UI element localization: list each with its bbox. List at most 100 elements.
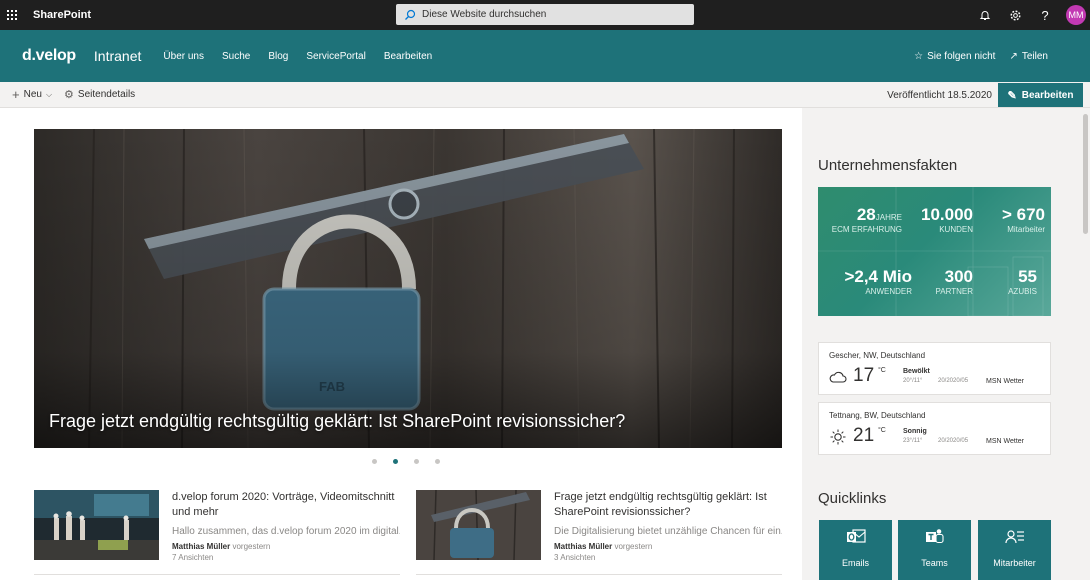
- fact-label: ANWENDER: [865, 287, 912, 296]
- bell-icon[interactable]: [970, 0, 1000, 30]
- share-button[interactable]: ↗ Teilen: [1009, 51, 1048, 62]
- edit-label: Bearbeiten: [1021, 89, 1074, 101]
- app-name[interactable]: SharePoint: [33, 9, 91, 21]
- cloud-icon: [829, 371, 847, 383]
- teams-icon: [925, 529, 944, 544]
- sun-icon: [830, 429, 846, 445]
- search-icon: [405, 9, 416, 20]
- fact-value: > 670: [1001, 205, 1045, 224]
- right-column: Unternehmensfakten 28JAHRE ECM ERFAHRUNG…: [802, 108, 1080, 580]
- news-author[interactable]: Matthias Müller: [554, 542, 612, 551]
- news-views: 3 Ansichten: [554, 553, 596, 562]
- quicklink-label: Mitarbeiter: [993, 558, 1036, 568]
- carousel-dot-2[interactable]: [393, 459, 398, 464]
- share-icon: ↗: [1009, 50, 1018, 62]
- carousel-indicators: [0, 459, 802, 464]
- nav-item-serviceportal[interactable]: ServicePortal: [306, 51, 365, 62]
- weather-location: Tettnang, BW, Deutschland: [829, 411, 926, 420]
- divider: [416, 574, 782, 575]
- nav-item-blog[interactable]: Blog: [268, 51, 288, 62]
- quicklink-teams[interactable]: Teams: [898, 520, 971, 580]
- news-item[interactable]: Frage jetzt endgültig rechtsgültig geklä…: [416, 490, 782, 576]
- suite-bar: SharePoint Diese Website durchsuchen ? M…: [0, 0, 1090, 30]
- fact-label: KUNDEN: [939, 225, 973, 234]
- carousel-dot-3[interactable]: [414, 459, 419, 464]
- search-input[interactable]: Diese Website durchsuchen: [396, 4, 694, 25]
- new-button[interactable]: + Neu ⌵: [12, 87, 52, 102]
- page-details-button[interactable]: ⚙ Seitendetails: [64, 88, 135, 101]
- news-thumbnail[interactable]: [416, 490, 541, 560]
- weather-card[interactable]: Gescher, NW, Deutschland 17 °C Bewölkt 2…: [818, 342, 1051, 395]
- outlook-icon: [846, 529, 866, 543]
- news-views: 7 Ansichten: [172, 553, 214, 562]
- fact-label: AZUBIS: [1008, 287, 1037, 296]
- top-navigation: Über uns Suche Blog ServicePortal Bearbe…: [163, 51, 450, 62]
- hero-banner[interactable]: FAB Frage jetzt endgültig rechtsgültig g…: [34, 129, 782, 448]
- page-scrollbar[interactable]: [1080, 108, 1090, 580]
- hero-image: FAB: [34, 129, 782, 448]
- follow-label: Sie folgen nicht: [927, 50, 996, 62]
- news-date: vorgestern: [614, 542, 653, 551]
- gear-icon: ⚙: [64, 89, 74, 101]
- company-facts-panel: 28JAHRE ECM ERFAHRUNG 10.000 KUNDEN > 67…: [818, 187, 1051, 316]
- news-thumbnail[interactable]: [34, 490, 159, 560]
- weather-date: 20/2020/05: [938, 438, 969, 444]
- fact-label: PARTNER: [935, 287, 974, 296]
- fact-unit: JAHRE: [875, 213, 902, 222]
- weather-date: 20/2020/05: [938, 378, 969, 384]
- share-label: Teilen: [1021, 50, 1048, 62]
- news-description: Hallo zusammen, das d.velop forum 2020 i…: [172, 526, 400, 537]
- page-details-label: Seitendetails: [77, 89, 136, 100]
- weather-condition: Bewölkt: [903, 368, 930, 375]
- fact-value: 55: [1018, 267, 1037, 286]
- plus-icon: +: [12, 87, 20, 102]
- quicklink-label: Emails: [841, 558, 869, 568]
- star-icon: ☆: [914, 50, 924, 62]
- news-item[interactable]: d.velop forum 2020: Vorträge, Videomitsc…: [34, 490, 400, 576]
- quicklink-mitarbeiter[interactable]: Mitarbeiter: [978, 520, 1051, 580]
- weather-source[interactable]: MSN Wetter: [986, 378, 1024, 385]
- news-author[interactable]: Matthias Müller: [172, 542, 230, 551]
- carousel-dot-4[interactable]: [435, 459, 440, 464]
- avatar[interactable]: MM: [1066, 5, 1086, 25]
- help-icon[interactable]: ?: [1030, 0, 1060, 30]
- weather-unit: °C: [878, 427, 886, 434]
- fact-value: 10.000: [921, 205, 973, 224]
- site-header: d.velop Intranet Über uns Suche Blog Ser…: [0, 30, 1090, 82]
- nav-item-suche[interactable]: Suche: [222, 51, 250, 62]
- news-title[interactable]: d.velop forum 2020: Vorträge, Videomitsc…: [172, 490, 400, 520]
- published-date: Veröffentlicht 18.5.2020: [887, 89, 992, 101]
- fact-label: ECM ERFAHRUNG: [831, 225, 902, 234]
- fact-value: 28: [856, 205, 876, 224]
- main-canvas: FAB Frage jetzt endgültig rechtsgültig g…: [0, 108, 802, 580]
- search-placeholder: Diese Website durchsuchen: [422, 9, 547, 20]
- quicklink-emails[interactable]: Emails: [819, 520, 892, 580]
- weather-temperature: 17: [853, 365, 875, 386]
- follow-button[interactable]: ☆ Sie folgen nicht: [914, 51, 995, 62]
- fact-value: 300: [944, 267, 973, 286]
- new-label: Neu: [23, 89, 42, 100]
- fact-label: Mitarbeiter: [1007, 225, 1045, 234]
- people-list-icon: [1004, 530, 1024, 544]
- weather-condition: Sonnig: [903, 428, 927, 435]
- weather-source[interactable]: MSN Wetter: [986, 438, 1024, 445]
- quicklink-label: Teams: [921, 558, 948, 568]
- gear-icon[interactable]: [1000, 0, 1030, 30]
- divider: [34, 574, 400, 575]
- app-launcher-icon[interactable]: [0, 0, 24, 30]
- hero-title[interactable]: Frage jetzt endgültig rechtsgültig geklä…: [49, 411, 625, 432]
- facts-title: Unternehmensfakten: [818, 157, 958, 174]
- weather-card[interactable]: Tettnang, BW, Deutschland 21 °C Sonnig 2…: [818, 402, 1051, 455]
- carousel-dot-1[interactable]: [372, 459, 377, 464]
- weather-location: Gescher, NW, Deutschland: [829, 351, 926, 360]
- scrollbar-thumb[interactable]: [1083, 114, 1088, 234]
- edit-button[interactable]: ✎ Bearbeiten: [998, 83, 1083, 107]
- quicklinks-title: Quicklinks: [818, 490, 887, 507]
- news-title[interactable]: Frage jetzt endgültig rechtsgültig geklä…: [554, 490, 782, 520]
- nav-item-ueber-uns[interactable]: Über uns: [163, 51, 204, 62]
- site-logo[interactable]: d.velop: [22, 47, 76, 65]
- fact-value: >2,4 Mio: [844, 267, 912, 286]
- nav-item-bearbeiten[interactable]: Bearbeiten: [384, 51, 432, 62]
- chevron-down-icon: ⌵: [45, 89, 53, 99]
- site-title[interactable]: Intranet: [94, 48, 141, 64]
